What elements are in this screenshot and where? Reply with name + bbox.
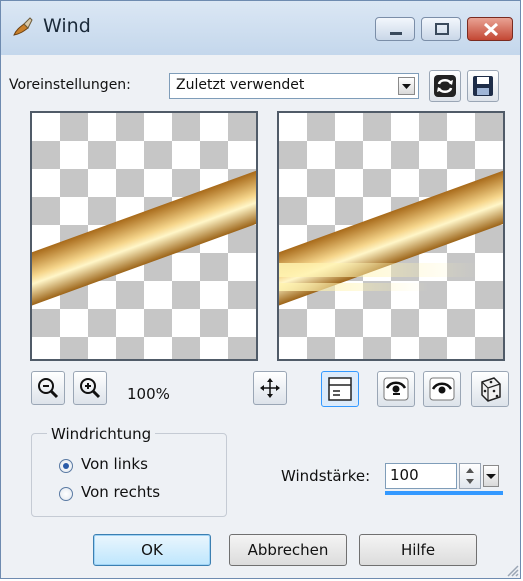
spin-arrows-icon <box>466 468 474 484</box>
result-preview-image <box>279 150 503 321</box>
wind-strength-slider-track[interactable] <box>385 491 503 495</box>
maximize-icon <box>435 23 449 35</box>
minimize-icon <box>390 32 402 35</box>
wind-strength-spinner[interactable] <box>459 463 481 489</box>
wind-dialog: Wind Voreinstellungen: Zuletzt verwendet <box>0 0 521 579</box>
wind-direction-group <box>31 433 227 517</box>
cancel-button[interactable]: Abbrechen <box>229 534 347 566</box>
help-button[interactable]: Hilfe <box>359 534 477 566</box>
original-preview-image <box>32 150 256 321</box>
show-original-button[interactable] <box>377 371 415 407</box>
close-button[interactable] <box>467 17 513 41</box>
pan-button[interactable] <box>253 371 287 405</box>
zoom-level: 100% <box>127 385 170 403</box>
window-title: Wind <box>43 15 91 37</box>
proof-toggle-button[interactable] <box>321 371 359 407</box>
layout-preview-icon <box>328 377 352 401</box>
radio-from-left[interactable] <box>59 459 73 473</box>
close-icon <box>483 22 499 37</box>
wind-strength-label: Windstärke: <box>281 467 371 485</box>
save-preset-button[interactable] <box>467 70 499 102</box>
move-cross-icon <box>260 378 280 398</box>
randomize-button[interactable] <box>471 371 509 407</box>
zoom-in-button[interactable] <box>73 371 107 405</box>
wind-strength-value: 100 <box>390 466 419 484</box>
wind-direction-title: Windrichtung <box>47 425 156 443</box>
eye-icon <box>383 377 409 401</box>
radio-from-left-label[interactable]: Von links <box>81 455 148 473</box>
title-bar[interactable]: Wind <box>1 1 520 55</box>
presets-dropdown[interactable]: Zuletzt verwendet <box>169 73 419 99</box>
chevron-down-icon <box>486 474 496 479</box>
presets-dropdown-arrow[interactable] <box>398 77 415 95</box>
radio-from-right[interactable] <box>59 487 73 501</box>
reset-preset-button[interactable] <box>429 70 461 102</box>
result-preview[interactable] <box>277 111 505 361</box>
dice-icon <box>481 377 501 402</box>
reset-arrows-icon <box>434 75 456 97</box>
presets-selected-value: Zuletzt verwendet <box>176 77 305 93</box>
wind-strength-dropdown-arrow[interactable] <box>483 465 499 487</box>
presets-label: Voreinstellungen: <box>9 77 131 93</box>
minimize-button[interactable] <box>375 17 415 41</box>
eye-closed-icon <box>429 377 455 401</box>
radio-from-right-label[interactable]: Von rechts <box>81 483 160 501</box>
floppy-disk-icon <box>473 76 493 96</box>
auto-proof-button[interactable] <box>423 371 461 407</box>
ok-button[interactable]: OK <box>93 534 211 566</box>
zoom-out-button[interactable] <box>31 371 65 405</box>
zoom-in-icon <box>80 378 101 399</box>
maximize-button[interactable] <box>421 17 461 41</box>
chevron-down-icon <box>402 84 411 89</box>
resize-grip-icon[interactable] <box>504 562 520 578</box>
paint-brush-app-icon <box>13 17 33 36</box>
original-preview[interactable] <box>30 111 258 361</box>
zoom-out-icon <box>38 378 59 399</box>
wind-strength-input[interactable]: 100 <box>385 463 457 489</box>
